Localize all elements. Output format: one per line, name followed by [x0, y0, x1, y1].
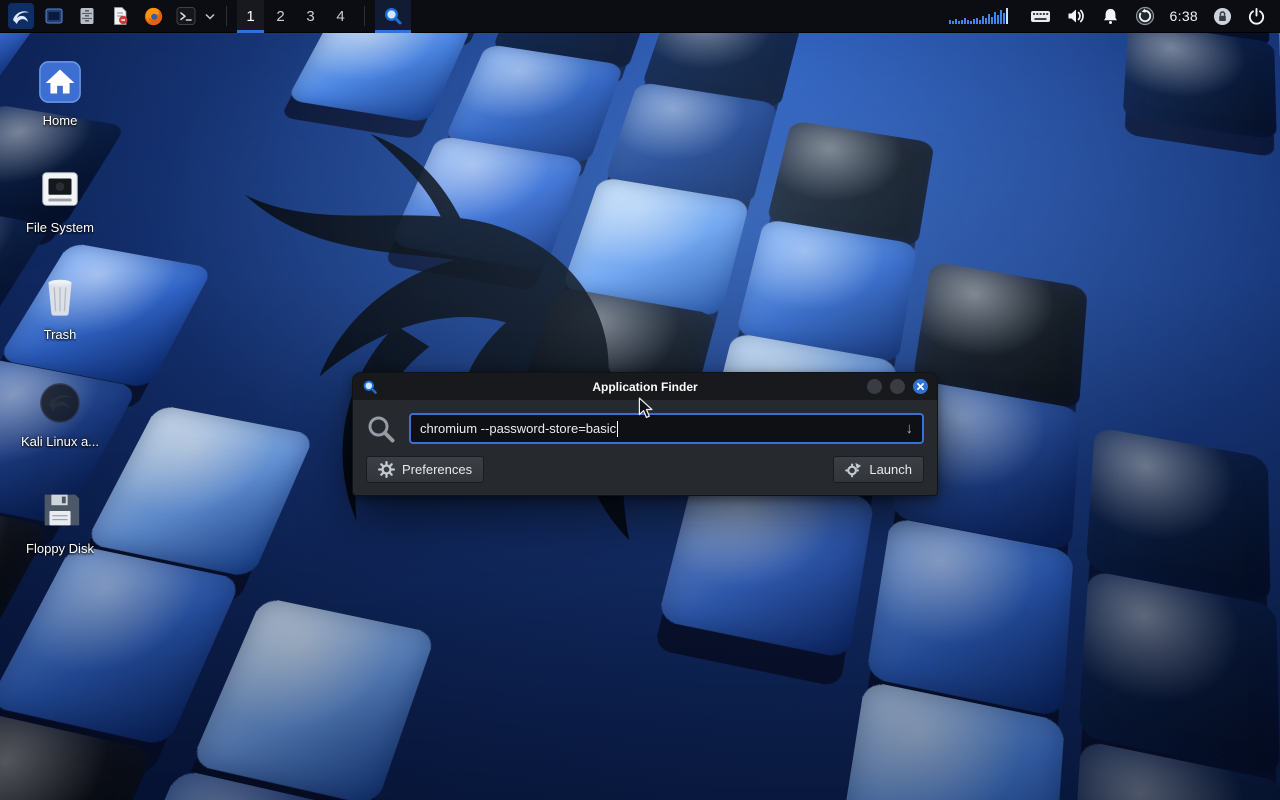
terminal-icon: [176, 6, 196, 26]
desktop-icon-label: Kali Linux a...: [21, 434, 99, 449]
desktop-icon-label: File System: [26, 220, 94, 235]
wallpaper-cube: [397, 651, 634, 800]
desktop-icon-kali-docs[interactable]: Kali Linux a...: [8, 379, 112, 449]
window-app-launcher[interactable]: [39, 2, 69, 31]
application-finder-window: Application Finder chromium --password-s…: [352, 372, 938, 496]
command-input-value: chromium --password-store=basic: [420, 421, 616, 436]
desktop-icon-home[interactable]: Home: [8, 58, 112, 128]
lock-icon: [1213, 7, 1232, 26]
wallpaper-cube: [947, 70, 1099, 186]
command-input[interactable]: chromium --password-store=basic ↓: [409, 413, 924, 444]
floppy-disk-icon: [36, 486, 84, 534]
desktop-root: 1 2 3 4: [0, 0, 1280, 800]
launch-run-icon: [845, 461, 862, 478]
desktop-icon-trash[interactable]: Trash: [8, 272, 112, 342]
panel-separator: [226, 6, 227, 26]
trash-can-icon: [36, 272, 84, 320]
file-system-drive-icon: [36, 165, 84, 213]
system-tray: 6:38: [943, 6, 1274, 26]
workspace-4[interactable]: 4: [327, 0, 354, 33]
kali-menu-button[interactable]: [6, 2, 36, 31]
preferences-button[interactable]: Preferences: [366, 456, 484, 483]
input-dropdown-arrow-icon[interactable]: ↓: [898, 421, 914, 436]
workspace-3[interactable]: 3: [297, 0, 324, 33]
desktop-icon-label: Trash: [44, 327, 77, 342]
launch-button[interactable]: Launch: [833, 456, 924, 483]
volume-icon: [1066, 6, 1086, 26]
wallpaper-cube: [463, 501, 678, 686]
text-editor-launcher[interactable]: [105, 2, 135, 31]
wallpaper-cube: [85, 405, 315, 579]
session-logout[interactable]: [1247, 7, 1266, 26]
firefox-launcher[interactable]: [138, 2, 168, 31]
app-finder-icon: [383, 6, 403, 26]
workspace-1[interactable]: 1: [237, 0, 264, 33]
workspace-3-label: 3: [306, 8, 314, 25]
wallpaper-cube: [190, 597, 436, 800]
wallpaper-cube: [1098, 199, 1256, 334]
cpu-graph-icon[interactable]: [943, 6, 1015, 26]
file-manager-launcher[interactable]: [72, 2, 102, 31]
firefox-icon: [143, 6, 164, 27]
notifications[interactable]: [1101, 6, 1120, 26]
chevron-down-icon: [205, 13, 215, 20]
desktop-icon-floppy-disk[interactable]: Floppy Disk: [8, 486, 112, 556]
desktop-icon-label: Floppy Disk: [26, 541, 94, 556]
workspace-4-label: 4: [336, 8, 344, 25]
window-title: Application Finder: [353, 380, 937, 394]
keyboard-indicator[interactable]: [1030, 6, 1051, 26]
wallpaper-cube: [1123, 22, 1277, 141]
wallpaper-cube: [239, 182, 431, 314]
workspace-2-label: 2: [276, 8, 284, 25]
bell-icon: [1101, 6, 1120, 26]
close-button[interactable]: [913, 379, 928, 394]
wallpaper-cube: [0, 544, 242, 746]
dialog-body: chromium --password-store=basic ↓: [353, 400, 937, 495]
text-editor-icon: [110, 6, 130, 26]
titlebar[interactable]: Application Finder: [353, 373, 937, 400]
volume-control[interactable]: [1066, 6, 1086, 26]
panel-separator: [364, 6, 365, 26]
window-app-finder-icon: [362, 379, 378, 395]
maximize-button[interactable]: [890, 379, 905, 394]
kali-logo-icon: [8, 3, 34, 29]
preferences-label: Preferences: [402, 462, 472, 477]
update-circle-icon: [1135, 6, 1155, 26]
wallpaper-cube: [390, 135, 585, 271]
workspace-1-label: 1: [246, 8, 254, 25]
desktop-icon-file-system[interactable]: File System: [8, 165, 112, 235]
updates-indicator[interactable]: [1135, 6, 1155, 26]
gear-icon: [378, 461, 395, 478]
power-icon: [1247, 7, 1266, 26]
home-folder-icon: [36, 58, 84, 106]
text-caret: [617, 421, 618, 437]
terminal-launcher[interactable]: [171, 2, 201, 31]
window-buttons: [867, 379, 928, 394]
wallpaper-cube: [1272, 348, 1280, 507]
keyboard-icon: [1030, 6, 1051, 26]
screen-lock[interactable]: [1213, 7, 1232, 26]
window-icon: [44, 6, 64, 26]
terminal-menu-arrow[interactable]: [204, 2, 216, 31]
wallpaper-cube: [609, 706, 836, 800]
minimize-button[interactable]: [867, 379, 882, 394]
taskbar-item-application-finder[interactable]: [375, 0, 411, 33]
search-icon: [366, 414, 396, 444]
desktop-icon-label: Home: [43, 113, 78, 128]
launch-label: Launch: [869, 462, 912, 477]
kali-docs-icon: [36, 379, 84, 427]
file-cabinet-icon: [77, 6, 97, 26]
clock[interactable]: 6:38: [1170, 8, 1198, 24]
desktop-icons: Home File System Trash: [8, 44, 112, 556]
workspace-2[interactable]: 2: [267, 0, 294, 33]
top-panel: 1 2 3 4: [0, 0, 1280, 33]
